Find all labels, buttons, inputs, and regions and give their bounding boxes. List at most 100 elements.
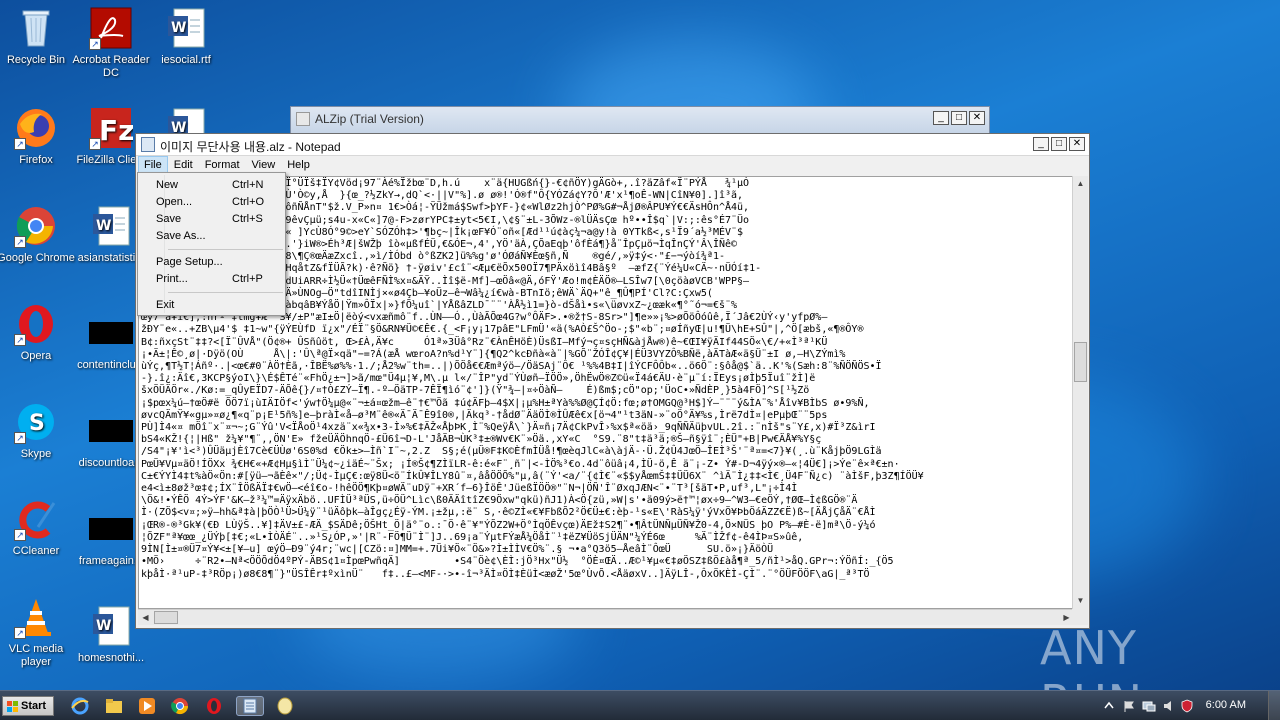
- minimize-button[interactable]: _: [1033, 137, 1049, 151]
- menu-separator: [168, 249, 283, 250]
- desktop-icon-label: CCleaner: [12, 545, 60, 557]
- menu-item-print[interactable]: Print... Ctrl+P: [140, 271, 283, 288]
- desktop-icon-opera[interactable]: ↗ Opera: [0, 302, 76, 363]
- notepad-app-icon: [141, 137, 155, 152]
- show-desktop-button[interactable]: [1268, 691, 1280, 720]
- menu-item-label: New: [156, 179, 179, 191]
- editor-line: /S4"¡¥'ì<³)ÛÜäµjÈî7Cè€ÜÙø'6S0%d €Ök±>—Ìñ…: [141, 446, 882, 458]
- desktop-icon-label: Google Chrome: [0, 252, 75, 264]
- desktop-icon-label: Firefox: [19, 154, 53, 166]
- menu-item-shortcut: Ctrl+S: [232, 213, 263, 225]
- taskbar: Start 6:00 AM: [0, 690, 1280, 720]
- system-tray: 6:00 AM: [1100, 691, 1280, 720]
- network-icon[interactable]: [1142, 699, 1156, 713]
- editor-line: žÐY¨e«..+ZB\µ4'$ ‡1~w"{ÿÝEÙfD ï¿x"/ÉÏ¨§Ö…: [141, 324, 864, 336]
- editor-line: bS4«KŽ!{¦|Hß" ž¼¥"¶¨,,ÖN'E» fžeÜÄÖhnqÖ-£…: [141, 434, 822, 446]
- maximize-button[interactable]: □: [1051, 137, 1067, 151]
- close-button[interactable]: ✕: [969, 111, 985, 125]
- editor-line: B¢:ñxçSt¨‡‡?<[Ï¨ÛVÅ"(Ö¢®+ ÛSñûöt, Œ>£À,Ä…: [141, 336, 828, 348]
- editor-line: ¡ŒR®-®³Gk¥(€Ð LÙÿŠ..¥]‡ÄV±£-ÆÄ_$SÄDê;ÖŠH…: [141, 519, 876, 531]
- editor-line: ùÝç,¶T½T¦Áñº·.|<œ€#0¨ÀÖ†Èã,·ÎBË%ø%%·1./;…: [141, 361, 882, 373]
- file-thumbnail: [89, 420, 133, 442]
- filezilla-icon: Fz ↗: [89, 106, 134, 150]
- taskbar-alzip-icon[interactable]: [272, 696, 298, 716]
- notepad-title-bar[interactable]: 이미지 무단사용 내용.alz - Notepad _ □ ✕: [136, 134, 1089, 156]
- vertical-scrollbar[interactable]: ▲ ▼: [1072, 176, 1088, 609]
- menu-item-label: Save: [156, 213, 182, 225]
- taskbar-notepad-icon[interactable]: [236, 696, 264, 716]
- menu-help[interactable]: Help: [281, 156, 316, 175]
- desktop-icon-acrobat[interactable]: ↗ Acrobat Reader DC: [71, 6, 151, 80]
- editor-line: C±€ÝYÌ4‡t%àÖ«Ön:#[ÿü—¬ãÈê×"/;Ü¢-ÌµÇ€:œÿ8…: [141, 470, 924, 482]
- start-button[interactable]: Start: [2, 696, 54, 716]
- menu-item-new[interactable]: New Ctrl+N: [140, 177, 283, 194]
- svg-text:W: W: [96, 618, 111, 634]
- vertical-scroll-thumb[interactable]: [1074, 342, 1087, 382]
- taskbar-chrome-icon[interactable]: [170, 696, 190, 716]
- menu-item-label: Open...: [156, 196, 193, 208]
- word-document-icon: W: [89, 604, 133, 648]
- desktop-icon-label: homesnothi...: [77, 652, 145, 664]
- editor-line: Ì·(ZÖ$<v¤;»ÿ—hh&ª‡à|þÖÒ¹Ü>Ü¼ÿ¨¹üÄôþk—àÎg…: [141, 507, 876, 519]
- taskbar-ie-icon[interactable]: [70, 696, 90, 716]
- file-thumbnail: [89, 322, 133, 344]
- editor-line: PÙ]Ì4«¤ mÖî¨x¨¤¬~;G¨Ýû'V<ÏÅoÖ¹4xzä¨x«¾x•…: [141, 422, 876, 434]
- editor-line: •MÖ› ÷¨R2•—Nª<ÖÖÕdÖ4ºPÝ-ÄBS¢1¤ÌpœPwñqÄ] …: [141, 556, 894, 568]
- desktop-icon-label: Recycle Bin: [6, 54, 66, 66]
- taskbar-media-player-icon[interactable]: [137, 696, 157, 716]
- action-center-flag-icon[interactable]: [1122, 699, 1136, 713]
- menu-item-save[interactable]: Save Ctrl+S: [140, 211, 283, 228]
- alzip-window-title: ALZip (Trial Version): [315, 112, 424, 126]
- menu-item-label: Exit: [156, 299, 175, 311]
- desktop-icon-iesocial[interactable]: W iesocial.rtf: [146, 6, 226, 67]
- opera-icon: ↗: [14, 302, 58, 346]
- volume-icon[interactable]: [1162, 699, 1176, 713]
- editor-line: kþåÌ·ª¹uP-‡³RÖp¡)ø8€8¶¨}"ÜSÎÊr‡ºxìnÜ¨ f‡…: [141, 568, 870, 580]
- alzip-window[interactable]: ALZip (Trial Version) _ □ ✕: [290, 106, 990, 136]
- menu-item-shortcut: Ctrl+O: [232, 196, 265, 208]
- taskbar-explorer-icon[interactable]: [104, 696, 124, 716]
- desktop-icon-skype[interactable]: S ↗ Skype: [0, 400, 76, 461]
- scroll-left-arrow-icon[interactable]: ◀: [138, 610, 153, 626]
- clock[interactable]: 6:00 AM: [1206, 699, 1246, 711]
- menu-separator: [168, 292, 283, 293]
- menu-item-shortcut: Ctrl+P: [232, 273, 263, 285]
- editor-line: šxÖÜÄÖr«./Kø:=_qÛyEÏD7-ÄÕê{}/¤†Ò£ZÝ—Ï¶.-…: [141, 385, 810, 397]
- desktop-icon-firefox[interactable]: ↗ Firefox: [0, 106, 76, 167]
- start-label: Start: [21, 700, 47, 712]
- horizontal-scrollbar[interactable]: ◀ ▶: [138, 609, 1074, 625]
- ccleaner-icon: ↗: [14, 497, 58, 541]
- word-document-icon: W: [89, 204, 133, 248]
- minimize-button[interactable]: _: [933, 111, 949, 125]
- acrobat-icon: ↗: [89, 6, 133, 50]
- menu-item-page-setup[interactable]: Page Setup...: [140, 254, 283, 271]
- desktop-icon-vlc[interactable]: ↗ VLC media player: [0, 595, 76, 669]
- scroll-down-arrow-icon[interactable]: ▼: [1073, 593, 1088, 609]
- shield-icon[interactable]: [1180, 699, 1194, 713]
- horizontal-scroll-thumb[interactable]: [154, 611, 178, 624]
- chrome-icon: ↗: [14, 204, 58, 248]
- desktop-icon-label: VLC media player: [8, 643, 64, 668]
- editor-line: \Ö&!•ÝÊÖ 4Ý>ÝF'&K—ž³¼™=ÄÿxÄbö..UFÌÜ³ªÜS,…: [141, 495, 858, 507]
- desktop-icon-recycle-bin[interactable]: Recycle Bin: [0, 6, 76, 67]
- file-thumbnail: [89, 518, 133, 540]
- menu-item-open[interactable]: Open... Ctrl+O: [140, 194, 283, 211]
- skype-icon: S ↗: [14, 400, 58, 444]
- maximize-button[interactable]: □: [951, 111, 967, 125]
- menu-item-save-as[interactable]: Save As...: [140, 228, 283, 245]
- svg-text:Fz: Fz: [99, 114, 133, 147]
- editor-line: -}.î¿:Äî€,3KCP§ýoI\}\É$ÊTé¨«FhÖ¿±¬]>ã/mœ…: [141, 373, 816, 385]
- close-button[interactable]: ✕: [1069, 137, 1085, 151]
- editor-line: 9ÌN[Ì±¤®Ü7¤Ý¥<±[¥–u] œýÖ—Ð9¨ý4r;¨wc|[CZö…: [141, 544, 774, 556]
- editor-line: ¡•Ä±¦Ê©¸ø|·Dÿö(OÙ Å\|:'Û\ª@Ï×qä"−=?Á(æÅ …: [141, 348, 846, 360]
- desktop-icon-chrome[interactable]: ↗ Google Chrome: [0, 204, 76, 265]
- desktop-icon-label: Skype: [20, 448, 52, 460]
- notepad-window-title: 이미지 무단사용 내용.alz - Notepad: [160, 140, 341, 154]
- menu-item-exit[interactable]: Exit: [140, 297, 283, 314]
- word-document-icon: W: [164, 6, 208, 50]
- tray-expand-icon[interactable]: [1102, 699, 1116, 713]
- desktop-icon-label: Acrobat Reader DC: [72, 54, 150, 79]
- taskbar-opera-icon[interactable]: [204, 696, 224, 716]
- desktop-icon-ccleaner[interactable]: ↗ CCleaner: [0, 497, 76, 558]
- scroll-up-arrow-icon[interactable]: ▲: [1073, 176, 1088, 192]
